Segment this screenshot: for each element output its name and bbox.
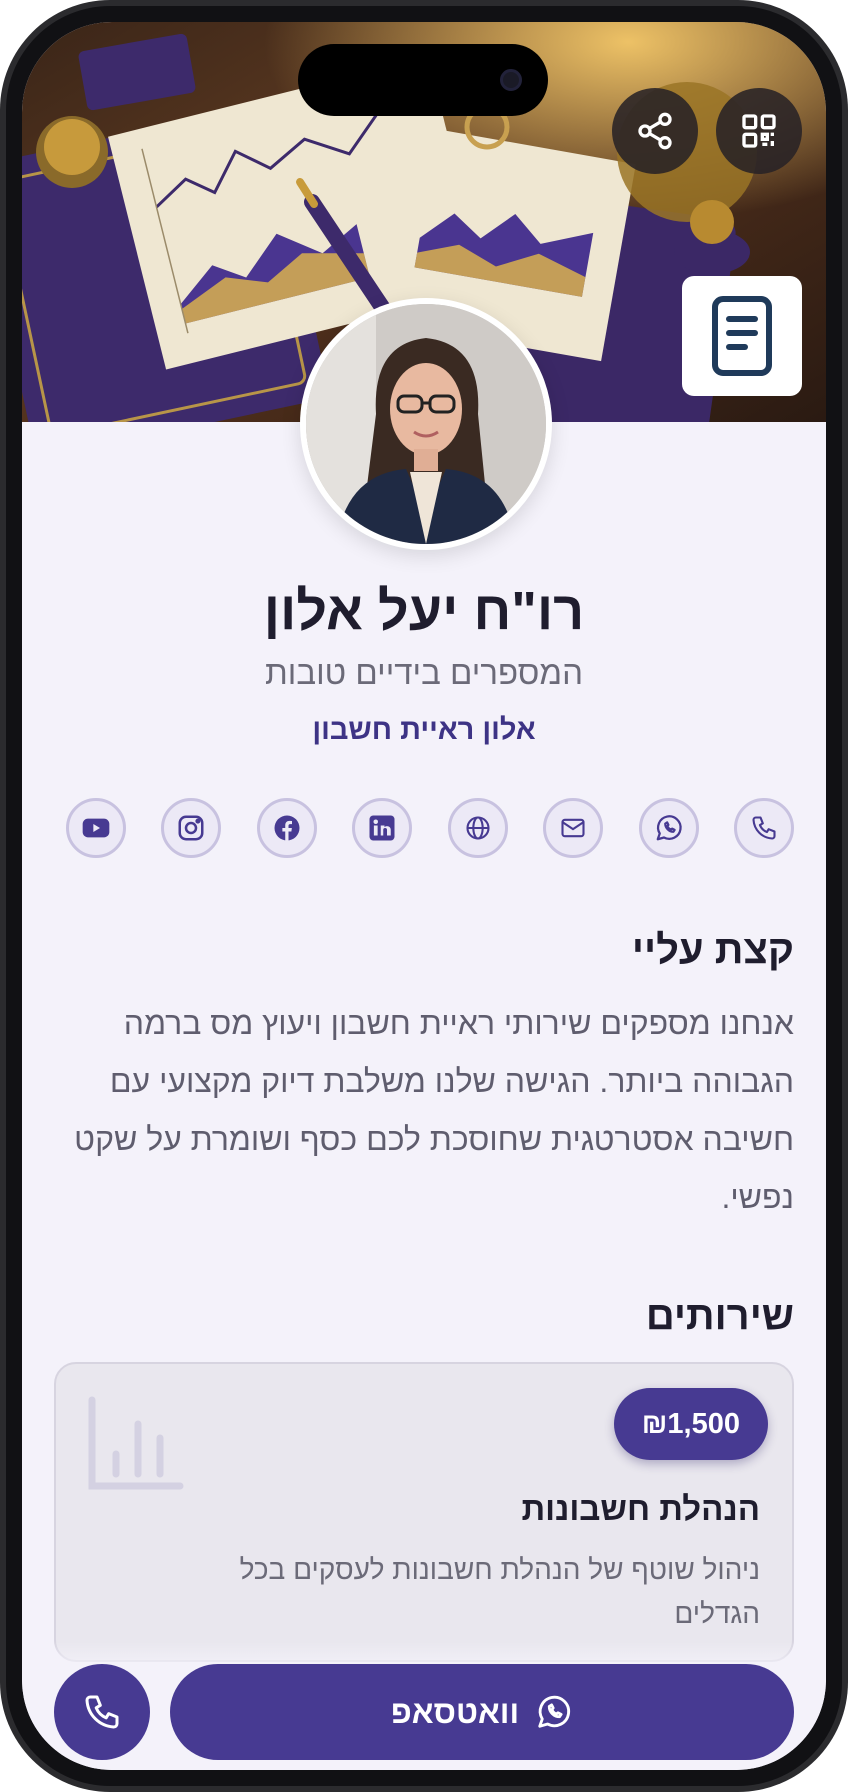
camera-icon (500, 69, 522, 91)
youtube-icon (82, 818, 110, 838)
globe-icon (466, 816, 490, 840)
services-heading: שירותים (645, 1294, 794, 1338)
dynamic-island (298, 44, 548, 116)
qr-code-icon (742, 114, 776, 148)
price-badge: ₪1,500 (613, 1388, 768, 1460)
linkedin-icon (369, 815, 395, 841)
instagram-icon (178, 815, 204, 841)
phone-icon (752, 816, 776, 840)
share-button[interactable] (612, 88, 698, 174)
email-link[interactable] (543, 798, 604, 858)
call-button[interactable] (54, 1664, 150, 1760)
youtube-link[interactable] (66, 798, 126, 858)
phone-link[interactable] (733, 798, 794, 858)
service-card[interactable]: ₪1,500 הנהלת חשבונות ניהול שוטף של הנהלת… (54, 1362, 794, 1662)
facebook-link[interactable] (256, 798, 317, 858)
whatsapp-link[interactable] (638, 798, 699, 858)
company-name: אלון ראיית חשבון (312, 714, 536, 746)
document-icon (712, 296, 772, 376)
profile-name: רו"ח יעל אלון (263, 581, 585, 641)
profile-photo (306, 304, 546, 544)
whatsapp-button[interactable]: וואטסאפ (170, 1664, 794, 1760)
whatsapp-icon (538, 1695, 571, 1728)
document-button[interactable] (682, 276, 802, 396)
service-name: הנהלת חשבונות (521, 1490, 760, 1527)
profile-slogan: המספרים בידיים טובות (265, 654, 583, 691)
avatar (300, 298, 552, 550)
about-heading: קצת עליי (631, 928, 794, 972)
email-icon (561, 818, 585, 838)
linkedin-link[interactable] (352, 798, 413, 858)
instagram-link[interactable] (161, 798, 222, 858)
website-link[interactable] (447, 798, 508, 858)
whatsapp-button-label: וואטסאפ (390, 1693, 520, 1730)
share-icon (638, 112, 672, 150)
facebook-icon (274, 815, 300, 841)
screen: רו"ח יעל אלון המספרים בידיים טובות אלון … (22, 22, 826, 1770)
bar-chart-icon (88, 1396, 184, 1490)
phone-icon (85, 1695, 119, 1729)
phone-frame: רו"ח יעל אלון המספרים בידיים טובות אלון … (0, 0, 848, 1792)
about-text: אנחנו מספקים שירותי ראיית חשבון ויעוץ מס… (74, 1005, 794, 1215)
whatsapp-icon (656, 815, 682, 841)
service-description: ניהול שוטף של הנהלת חשבונות לעסקים בכל ה… (239, 1554, 760, 1629)
social-links (66, 798, 794, 858)
phone-bezel: רו"ח יעל אלון המספרים בידיים טובות אלון … (6, 6, 842, 1786)
qr-code-button[interactable] (716, 88, 802, 174)
